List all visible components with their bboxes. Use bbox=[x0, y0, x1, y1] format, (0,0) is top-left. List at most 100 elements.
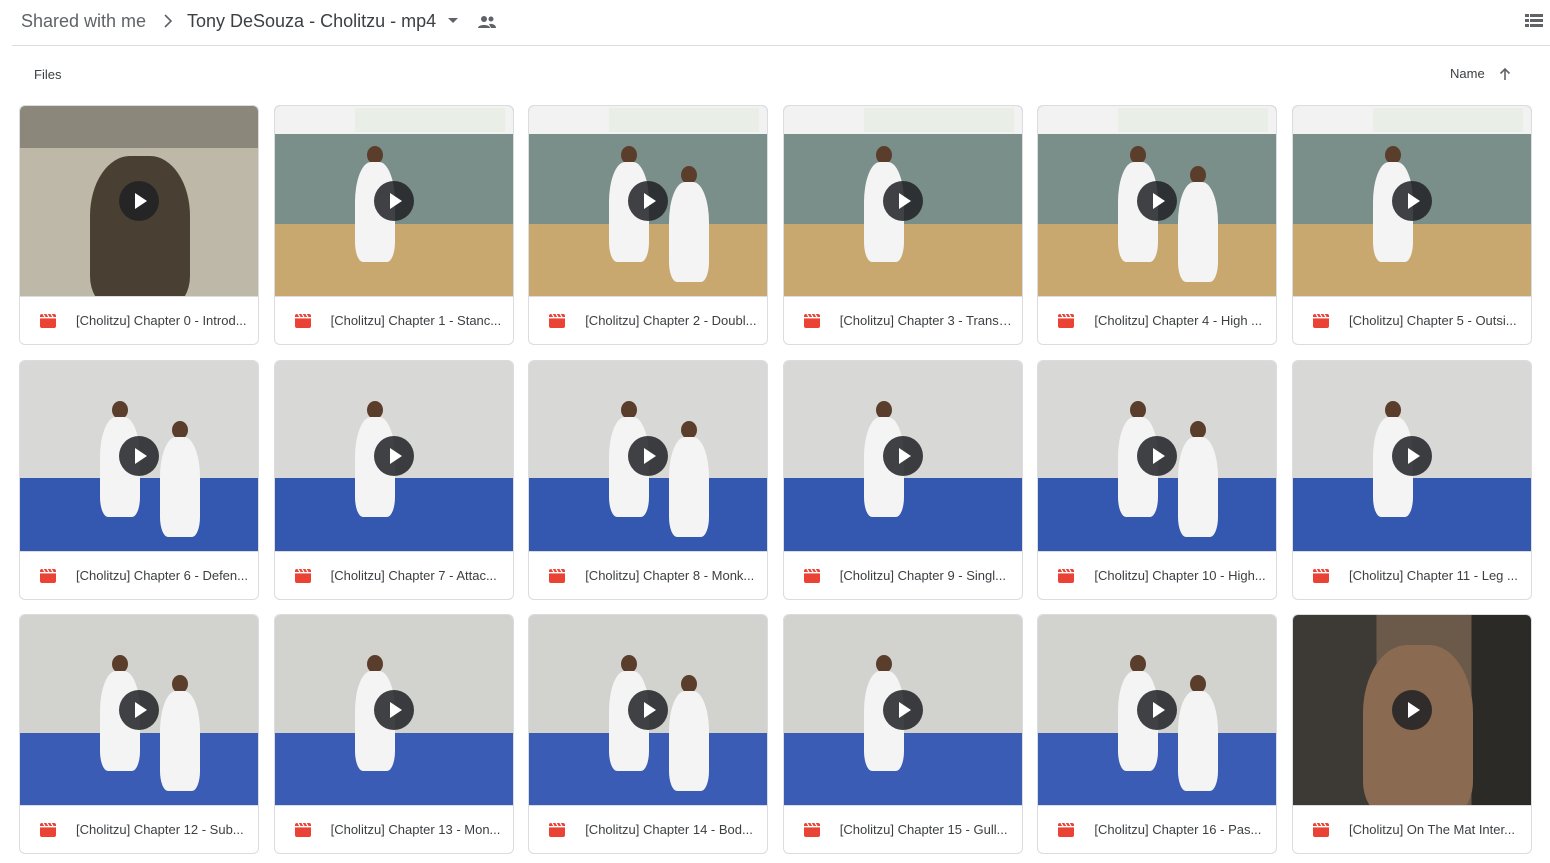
file-card[interactable]: [Cholitzu] Chapter 2 - Doubl... bbox=[528, 105, 769, 345]
video-file-icon bbox=[294, 314, 311, 328]
file-footer: [Cholitzu] Chapter 5 - Outsi... bbox=[1293, 296, 1531, 344]
file-card[interactable]: [Cholitzu] Chapter 1 - Stanc... bbox=[273, 105, 514, 345]
video-thumbnail[interactable] bbox=[1038, 106, 1277, 296]
play-icon[interactable] bbox=[1137, 435, 1178, 476]
file-name[interactable]: [Cholitzu] Chapter 10 - High... bbox=[1094, 568, 1266, 584]
file-name[interactable]: [Cholitzu] Chapter 2 - Doubl... bbox=[585, 313, 757, 329]
play-icon[interactable] bbox=[628, 435, 669, 476]
file-name[interactable]: [Cholitzu] Chapter 12 - Sub... bbox=[76, 822, 248, 838]
video-file-icon bbox=[1058, 568, 1075, 583]
file-name[interactable]: [Cholitzu] Chapter 9 - Singl... bbox=[840, 568, 1012, 584]
breadcrumb-current-folder[interactable]: Tony DeSouza - Cholitzu - mp4 bbox=[187, 10, 436, 32]
play-icon[interactable] bbox=[373, 181, 414, 221]
file-card[interactable]: [Cholitzu] Chapter 0 - Introd... bbox=[19, 105, 259, 345]
play-icon[interactable] bbox=[373, 690, 414, 730]
play-icon[interactable] bbox=[119, 181, 159, 221]
header-divider bbox=[12, 45, 1550, 46]
video-thumbnail[interactable] bbox=[1293, 360, 1531, 551]
video-thumbnail[interactable] bbox=[1293, 615, 1531, 805]
video-file-icon bbox=[294, 568, 311, 583]
file-card[interactable]: [Cholitzu] On The Mat Inter... bbox=[1292, 614, 1532, 854]
video-thumbnail[interactable] bbox=[20, 615, 258, 805]
file-card[interactable]: [Cholitzu] Chapter 7 - Attac... bbox=[273, 359, 514, 600]
video-thumbnail[interactable] bbox=[1038, 360, 1277, 551]
file-card[interactable]: [Cholitzu] Chapter 3 - Transi... bbox=[782, 105, 1023, 345]
file-card[interactable]: [Cholitzu] Chapter 5 - Outsi... bbox=[1292, 105, 1532, 345]
file-footer: [Cholitzu] Chapter 15 - Gull... bbox=[783, 805, 1022, 853]
file-card[interactable]: [Cholitzu] Chapter 11 - Leg ... bbox=[1292, 359, 1532, 600]
file-card[interactable]: [Cholitzu] Chapter 15 - Gull... bbox=[782, 614, 1023, 854]
file-card[interactable]: [Cholitzu] Chapter 6 - Defen... bbox=[19, 359, 259, 600]
file-name[interactable]: [Cholitzu] Chapter 1 - Stanc... bbox=[331, 313, 503, 329]
file-footer: [Cholitzu] Chapter 4 - High ... bbox=[1038, 296, 1277, 344]
file-name[interactable]: [Cholitzu] Chapter 6 - Defen... bbox=[76, 568, 248, 584]
video-thumbnail[interactable] bbox=[529, 360, 768, 551]
video-thumbnail[interactable] bbox=[20, 106, 258, 296]
file-footer: [Cholitzu] On The Mat Inter... bbox=[1293, 805, 1531, 853]
file-footer: [Cholitzu] Chapter 0 - Introd... bbox=[20, 296, 258, 344]
file-footer: [Cholitzu] Chapter 16 - Pas... bbox=[1038, 805, 1277, 853]
video-file-icon bbox=[803, 568, 820, 583]
file-card[interactable]: [Cholitzu] Chapter 9 - Singl... bbox=[782, 359, 1023, 600]
file-name[interactable]: [Cholitzu] Chapter 0 - Introd... bbox=[76, 313, 248, 329]
file-card[interactable]: [Cholitzu] Chapter 10 - High... bbox=[1037, 359, 1278, 600]
video-file-icon bbox=[40, 314, 56, 328]
file-footer: [Cholitzu] Chapter 14 - Bod... bbox=[529, 805, 768, 853]
play-icon[interactable] bbox=[373, 435, 414, 476]
file-name[interactable]: [Cholitzu] Chapter 3 - Transi... bbox=[840, 313, 1012, 329]
file-card[interactable]: [Cholitzu] Chapter 13 - Mon... bbox=[273, 614, 514, 854]
play-icon[interactable] bbox=[882, 690, 923, 730]
video-file-icon bbox=[803, 823, 820, 837]
play-icon[interactable] bbox=[1392, 435, 1432, 476]
file-card[interactable]: [Cholitzu] Chapter 12 - Sub... bbox=[19, 614, 259, 854]
file-card[interactable]: [Cholitzu] Chapter 8 - Monk... bbox=[528, 359, 769, 600]
video-file-icon bbox=[803, 314, 820, 328]
section-label-files: Files bbox=[34, 67, 62, 82]
file-name[interactable]: [Cholitzu] Chapter 7 - Attac... bbox=[331, 568, 503, 584]
file-name[interactable]: [Cholitzu] Chapter 15 - Gull... bbox=[840, 822, 1012, 838]
video-thumbnail[interactable] bbox=[20, 360, 258, 551]
file-card[interactable]: [Cholitzu] Chapter 16 - Pas... bbox=[1037, 614, 1278, 854]
file-name[interactable]: [Cholitzu] Chapter 5 - Outsi... bbox=[1349, 313, 1521, 329]
file-footer: [Cholitzu] Chapter 2 - Doubl... bbox=[529, 296, 768, 344]
play-icon[interactable] bbox=[119, 435, 159, 476]
video-thumbnail[interactable] bbox=[274, 106, 513, 296]
arrow-up-icon[interactable] bbox=[1497, 66, 1513, 82]
list-view-icon[interactable] bbox=[1524, 12, 1544, 30]
video-thumbnail[interactable] bbox=[274, 360, 513, 551]
people-icon[interactable] bbox=[477, 14, 497, 30]
video-thumbnail[interactable] bbox=[1293, 106, 1531, 296]
video-thumbnail[interactable] bbox=[529, 615, 768, 805]
sort-by-name-button[interactable]: Name bbox=[1450, 66, 1485, 81]
file-name[interactable]: [Cholitzu] Chapter 11 - Leg ... bbox=[1349, 568, 1521, 584]
video-thumbnail[interactable] bbox=[1038, 615, 1277, 805]
video-thumbnail[interactable] bbox=[529, 106, 768, 296]
file-card[interactable]: [Cholitzu] Chapter 14 - Bod... bbox=[528, 614, 769, 854]
play-icon[interactable] bbox=[628, 181, 669, 221]
play-icon[interactable] bbox=[1392, 690, 1432, 730]
video-thumbnail[interactable] bbox=[783, 360, 1022, 551]
play-icon[interactable] bbox=[1392, 181, 1432, 221]
video-thumbnail[interactable] bbox=[783, 615, 1022, 805]
video-thumbnail[interactable] bbox=[783, 106, 1022, 296]
play-icon[interactable] bbox=[119, 690, 159, 730]
file-name[interactable]: [Cholitzu] On The Mat Inter... bbox=[1349, 822, 1521, 838]
video-file-icon bbox=[549, 823, 566, 837]
play-icon[interactable] bbox=[882, 181, 923, 221]
file-footer: [Cholitzu] Chapter 10 - High... bbox=[1038, 550, 1277, 599]
file-name[interactable]: [Cholitzu] Chapter 16 - Pas... bbox=[1094, 822, 1266, 838]
file-name[interactable]: [Cholitzu] Chapter 8 - Monk... bbox=[585, 568, 757, 584]
chevron-right-icon bbox=[164, 14, 173, 28]
breadcrumb-shared-with-me[interactable]: Shared with me bbox=[21, 10, 146, 32]
caret-down-icon[interactable] bbox=[446, 16, 460, 26]
play-icon[interactable] bbox=[882, 435, 923, 476]
file-name[interactable]: [Cholitzu] Chapter 13 - Mon... bbox=[331, 822, 503, 838]
video-file-icon bbox=[549, 314, 566, 328]
video-thumbnail[interactable] bbox=[274, 615, 513, 805]
video-file-icon bbox=[1058, 314, 1075, 328]
video-file-icon bbox=[40, 568, 56, 583]
file-card[interactable]: [Cholitzu] Chapter 4 - High ... bbox=[1037, 105, 1278, 345]
file-name[interactable]: [Cholitzu] Chapter 4 - High ... bbox=[1094, 313, 1266, 329]
file-name[interactable]: [Cholitzu] Chapter 14 - Bod... bbox=[585, 822, 757, 838]
play-icon[interactable] bbox=[628, 690, 669, 730]
